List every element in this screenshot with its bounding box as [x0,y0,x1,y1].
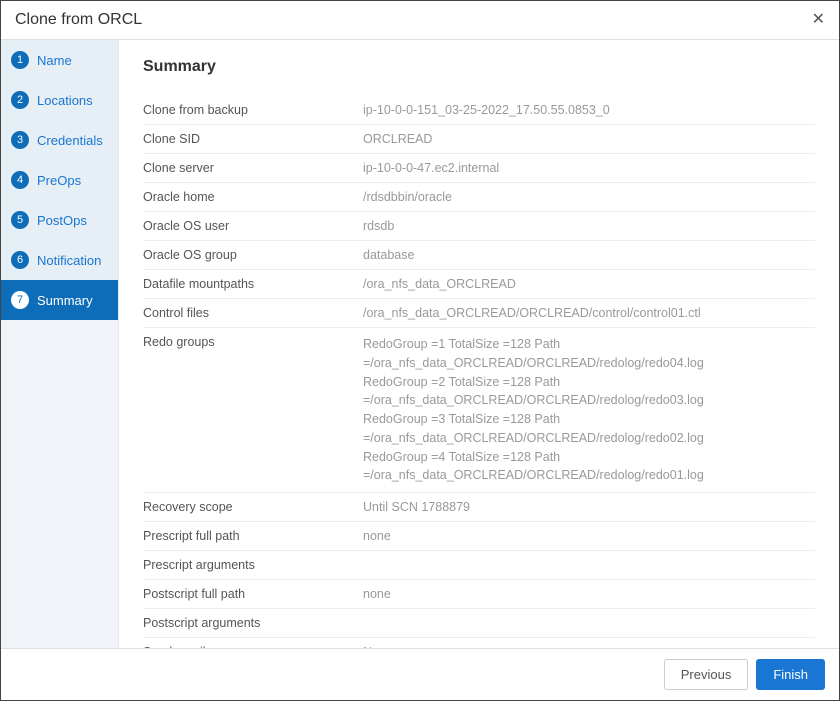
redo-group-line: RedoGroup =1 TotalSize =128 Path =/ora_n… [363,335,815,373]
summary-value: /ora_nfs_data_ORCLREAD/ORCLREAD/control/… [363,306,815,320]
summary-label: Oracle home [143,190,363,204]
summary-value: ip-10-0-0-47.ec2.internal [363,161,815,175]
summary-value: none [363,529,815,543]
summary-value: database [363,248,815,262]
summary-label: Datafile mountpaths [143,277,363,291]
sidebar-item-summary[interactable]: 7 Summary [1,280,118,320]
redo-group-line: RedoGroup =4 TotalSize =128 Path =/ora_n… [363,448,815,486]
summary-value [363,616,815,630]
sidebar-item-label: PreOps [37,173,81,188]
summary-value [363,558,815,572]
page-title: Summary [143,58,815,76]
dialog: Clone from ORCL ✕ 1 Name 2 Locations 3 C… [0,0,840,701]
summary-row-clone-server: Clone server ip-10-0-0-47.ec2.internal [143,154,815,183]
content-pane: Summary Clone from backup ip-10-0-0-151_… [119,40,839,648]
step-number-icon: 5 [11,211,29,229]
summary-row-postscript-arguments: Postscript arguments [143,609,815,638]
step-number-icon: 3 [11,131,29,149]
step-number-icon: 7 [11,291,29,309]
summary-value: RedoGroup =1 TotalSize =128 Path =/ora_n… [363,335,815,485]
summary-row-prescript-arguments: Prescript arguments [143,551,815,580]
summary-row-clone-sid: Clone SID ORCLREAD [143,125,815,154]
step-number-icon: 6 [11,251,29,269]
summary-row-oracle-os-user: Oracle OS user rdsdb [143,212,815,241]
summary-label: Clone from backup [143,103,363,117]
summary-row-oracle-os-group: Oracle OS group database [143,241,815,270]
dialog-body: 1 Name 2 Locations 3 Credentials 4 PreOp… [1,40,839,648]
step-number-icon: 4 [11,171,29,189]
summary-row-oracle-home: Oracle home /rdsdbbin/oracle [143,183,815,212]
sidebar-item-label: Locations [37,93,93,108]
close-icon[interactable]: ✕ [812,12,825,28]
finish-button[interactable]: Finish [756,659,825,690]
summary-label: Clone SID [143,132,363,146]
summary-label: Prescript full path [143,529,363,543]
sidebar-item-postops[interactable]: 5 PostOps [1,200,118,240]
summary-row-datafile-mountpaths: Datafile mountpaths /ora_nfs_data_ORCLRE… [143,270,815,299]
sidebar-item-notification[interactable]: 6 Notification [1,240,118,280]
summary-label: Oracle OS group [143,248,363,262]
summary-label: Control files [143,306,363,320]
dialog-header: Clone from ORCL ✕ [1,1,839,40]
sidebar-item-name[interactable]: 1 Name [1,40,118,80]
sidebar-item-credentials[interactable]: 3 Credentials [1,120,118,160]
sidebar-item-label: Name [37,53,72,68]
summary-row-recovery-scope: Recovery scope Until SCN 1788879 [143,493,815,522]
sidebar-item-locations[interactable]: 2 Locations [1,80,118,120]
summary-row-postscript-full-path: Postscript full path none [143,580,815,609]
sidebar-item-label: Summary [37,293,93,308]
summary-row-redo-groups: Redo groups RedoGroup =1 TotalSize =128 … [143,328,815,493]
summary-row-send-email: Send email No [143,638,815,648]
dialog-footer: Previous Finish [1,648,839,700]
step-number-icon: 1 [11,51,29,69]
sidebar-item-label: PostOps [37,213,87,228]
summary-label: Postscript full path [143,587,363,601]
summary-label: Oracle OS user [143,219,363,233]
summary-value: ip-10-0-0-151_03-25-2022_17.50.55.0853_0 [363,103,815,117]
summary-value: /rdsdbbin/oracle [363,190,815,204]
summary-row-clone-from-backup: Clone from backup ip-10-0-0-151_03-25-20… [143,96,815,125]
sidebar-item-label: Notification [37,253,101,268]
sidebar-item-label: Credentials [37,133,103,148]
summary-value: ORCLREAD [363,132,815,146]
summary-row-control-files: Control files /ora_nfs_data_ORCLREAD/ORC… [143,299,815,328]
summary-label: Redo groups [143,335,363,485]
wizard-sidebar: 1 Name 2 Locations 3 Credentials 4 PreOp… [1,40,119,648]
dialog-title: Clone from ORCL [15,11,142,29]
summary-value: none [363,587,815,601]
redo-group-line: RedoGroup =3 TotalSize =128 Path =/ora_n… [363,410,815,448]
summary-value: /ora_nfs_data_ORCLREAD [363,277,815,291]
summary-label: Postscript arguments [143,616,363,630]
summary-row-prescript-full-path: Prescript full path none [143,522,815,551]
summary-label: Clone server [143,161,363,175]
step-number-icon: 2 [11,91,29,109]
redo-group-line: RedoGroup =2 TotalSize =128 Path =/ora_n… [363,373,815,411]
summary-value: Until SCN 1788879 [363,500,815,514]
summary-value: rdsdb [363,219,815,233]
summary-label: Prescript arguments [143,558,363,572]
sidebar-item-preops[interactable]: 4 PreOps [1,160,118,200]
previous-button[interactable]: Previous [664,659,749,690]
summary-label: Recovery scope [143,500,363,514]
